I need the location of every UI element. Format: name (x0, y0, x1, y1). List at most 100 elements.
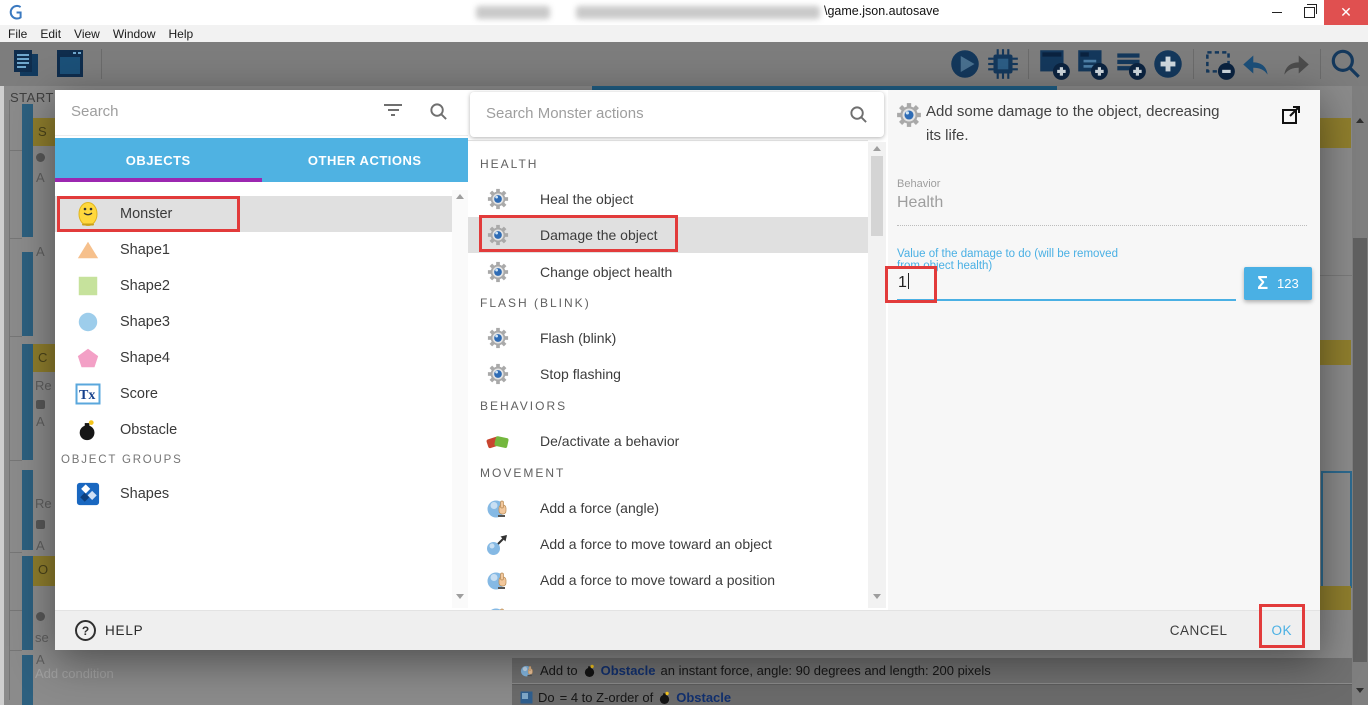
main-toolbar (0, 42, 1368, 86)
actions-scrollbar[interactable] (868, 142, 886, 608)
event-fragment: A (36, 170, 45, 185)
object-item-monster[interactable]: Monster (55, 196, 452, 232)
object-group-item-shapes[interactable]: Shapes (55, 476, 452, 512)
project-manager-icon[interactable] (8, 46, 44, 82)
add-circle-icon[interactable] (1150, 46, 1186, 82)
section-header-health: HEALTH (480, 157, 538, 171)
object-name: Monster (120, 206, 172, 222)
tab-other-actions[interactable]: OTHER ACTIONS (262, 138, 469, 182)
add-subevent-icon[interactable] (1074, 46, 1110, 82)
event-tree-tick (9, 336, 22, 337)
cancel-button[interactable]: CANCEL (1170, 623, 1228, 638)
action-item-change-health[interactable]: Change object health (468, 254, 868, 290)
action-label: Add a force to move toward a position (540, 572, 775, 588)
event-action-row[interactable]: Add to Obstacle an instant force, angle:… (512, 658, 1352, 683)
numbers-label: 123 (1277, 276, 1299, 291)
restore-button[interactable] (1294, 0, 1324, 25)
menu-help[interactable]: Help (169, 27, 194, 41)
menu-window[interactable]: Window (113, 27, 156, 41)
action-item-stop-flashing[interactable]: Stop flashing (468, 356, 868, 392)
help-button[interactable]: ? HELP (75, 620, 143, 641)
add-comment-icon[interactable] (1112, 46, 1148, 82)
question-mark-icon: ? (75, 620, 96, 641)
add-condition-placeholder[interactable]: Add condition (35, 666, 114, 681)
play-icon[interactable] (947, 46, 983, 82)
section-header-movement: MOVEMENT (480, 466, 565, 480)
help-label: HELP (105, 623, 143, 638)
menu-view[interactable]: View (74, 27, 100, 41)
object-item-shape4[interactable]: Shape4 (55, 340, 452, 376)
scroll-down-icon[interactable] (456, 594, 464, 599)
object-tabs: OBJECTS OTHER ACTIONS (55, 138, 468, 182)
event-tree-tick (9, 460, 22, 461)
add-event-icon[interactable] (1036, 46, 1072, 82)
scene-editor-icon[interactable] (52, 46, 88, 82)
monster-sprite-icon (75, 201, 101, 227)
expression-editor-button[interactable]: Σ 123 (1244, 267, 1312, 300)
undo-icon[interactable] (1239, 46, 1275, 82)
event-action-row[interactable]: Do = 4 to Z-order of Obstacle (512, 685, 1352, 705)
bomb-icon (658, 691, 671, 704)
search-icon[interactable] (1328, 46, 1364, 82)
behavior-field-label: Behavior (897, 178, 940, 190)
event-object-name: Obstacle (676, 690, 731, 705)
object-item-shape3[interactable]: Shape3 (55, 304, 452, 340)
scroll-up-icon[interactable] (456, 194, 464, 199)
menu-edit[interactable]: Edit (40, 27, 61, 41)
action-item-force-angle[interactable]: Add a force (angle) (468, 490, 868, 526)
scroll-down-icon[interactable] (873, 594, 881, 599)
close-button[interactable]: ✕ (1324, 0, 1368, 25)
scrollbar-thumb[interactable] (871, 156, 883, 236)
scene-tab-label[interactable]: START (10, 90, 54, 105)
action-item-force-toward-object[interactable]: Add a force to move toward an object (468, 526, 868, 562)
menu-file[interactable]: File (8, 27, 27, 41)
object-name: Obstacle (120, 422, 177, 438)
debug-icon[interactable] (985, 46, 1021, 82)
toolbar-separator (1320, 49, 1321, 79)
text-caret (908, 273, 909, 289)
objects-scrollbar[interactable] (452, 190, 468, 608)
scrollbar-thumb[interactable] (1353, 238, 1367, 662)
minimize-button[interactable] (1262, 0, 1292, 25)
object-item-shape1[interactable]: Shape1 (55, 232, 452, 268)
scroll-up-icon[interactable] (1356, 118, 1364, 123)
object-name: Shape1 (120, 242, 170, 258)
object-search-placeholder: Search (71, 103, 119, 120)
action-item-heal[interactable]: Heal the object (468, 181, 868, 217)
action-item-flash[interactable]: Flash (blink) (468, 320, 868, 356)
orange-triangle-icon (75, 237, 101, 263)
damage-value-input[interactable]: 1 (898, 273, 909, 292)
redo-icon[interactable] (1277, 46, 1313, 82)
search-icon[interactable] (849, 105, 868, 124)
redacted-path-segment (476, 6, 550, 19)
object-item-score[interactable]: Tx Score (55, 376, 452, 412)
delete-event-icon[interactable] (1201, 46, 1237, 82)
ok-button[interactable]: OK (1271, 623, 1292, 638)
open-help-external-icon[interactable] (1280, 104, 1302, 126)
window-title: \game.json.autosave (824, 4, 939, 18)
action-search-field[interactable]: Search Monster actions (470, 92, 884, 137)
action-label: De/activate a behavior (540, 433, 679, 449)
action-item-force-toward-position[interactable]: Add a force to move toward a position (468, 562, 868, 598)
event-indent-bar (22, 344, 33, 460)
vertical-scrollbar[interactable] (1352, 86, 1368, 705)
objects-panel: Search OBJECTS OTHER ACTIONS (55, 90, 468, 610)
behavior-field-value[interactable]: Health (897, 194, 943, 212)
tab-objects[interactable]: OBJECTS (55, 138, 262, 182)
object-item-obstacle[interactable]: Obstacle (55, 412, 452, 448)
filter-icon[interactable] (384, 104, 402, 120)
object-search-field[interactable]: Search (55, 90, 468, 136)
action-item-deactivate-behavior[interactable]: De/activate a behavior (468, 423, 868, 459)
app-window: \game.json.autosave ✕ File Edit View Win… (0, 0, 1368, 705)
scroll-up-icon[interactable] (873, 146, 881, 151)
scroll-down-icon[interactable] (1356, 688, 1364, 693)
action-item-damage[interactable]: Damage the object (468, 217, 868, 253)
event-fragment: O (38, 562, 48, 577)
event-object-name: Obstacle (601, 663, 656, 678)
event-tree-tick (9, 610, 22, 611)
event-fragment: A (36, 414, 45, 429)
search-icon[interactable] (429, 102, 448, 121)
pink-pentagon-icon (75, 345, 101, 371)
toolbar-separator (101, 49, 102, 79)
object-item-shape2[interactable]: Shape2 (55, 268, 452, 304)
